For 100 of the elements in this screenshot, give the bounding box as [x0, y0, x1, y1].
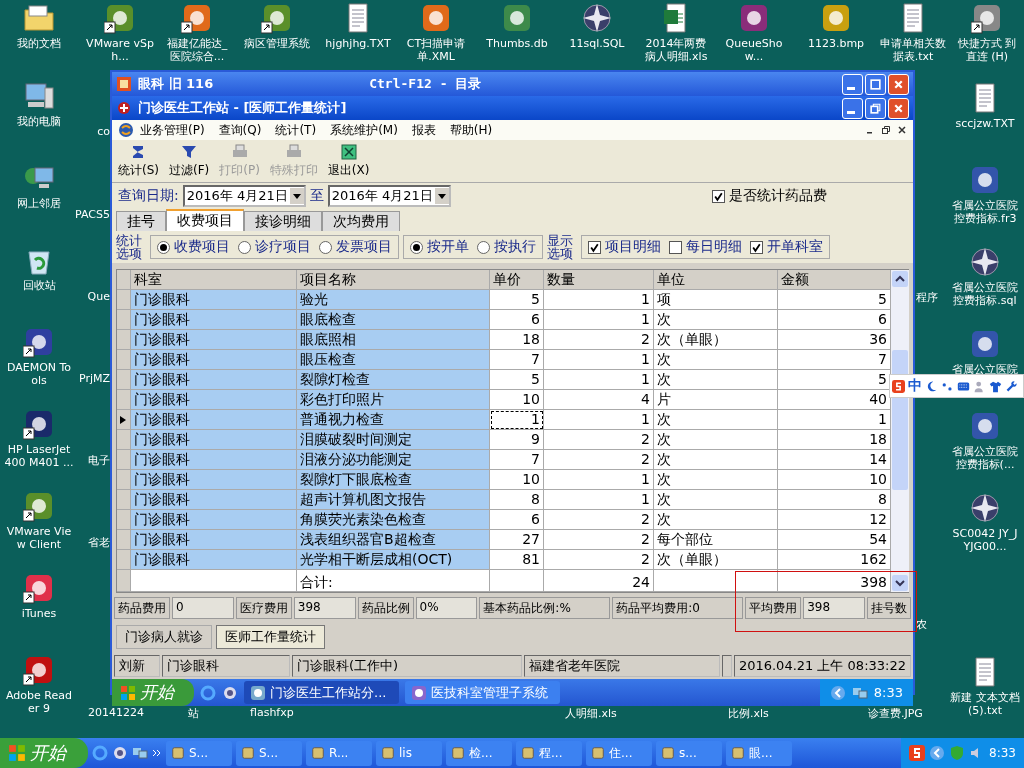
drug-fee-checkbox[interactable]: 是否统计药品费 [712, 187, 827, 205]
printer-icon[interactable] [23, 408, 55, 440]
close-button[interactable] [888, 73, 909, 95]
app-icon [451, 746, 465, 760]
restore-icon[interactable] [881, 125, 891, 135]
toolbar-button[interactable]: 统计(S) [118, 143, 159, 179]
radio-option[interactable]: 按开单 [410, 238, 469, 256]
tab[interactable]: 挂号 [116, 211, 166, 231]
maximize-button[interactable] [865, 73, 886, 95]
row-indicator[interactable] [117, 410, 131, 430]
end-date-field[interactable]: 2016年 4月21日 [327, 185, 451, 207]
close-icon[interactable] [897, 125, 907, 135]
image-icon[interactable] [820, 2, 852, 34]
chevron-icon[interactable] [152, 748, 162, 758]
app-icon[interactable] [104, 2, 136, 34]
menu-item[interactable]: 业务管理(P) [140, 121, 205, 139]
expand-tray-icon[interactable] [929, 745, 946, 761]
computer-icon[interactable] [23, 80, 55, 112]
column-header[interactable]: 金额 [778, 270, 891, 290]
desktop-icon-label: PrjMZ [78, 372, 110, 385]
report-icon[interactable] [969, 410, 1001, 442]
table-cell: 门诊眼科 [131, 450, 297, 470]
expand-tray-icon[interactable] [829, 684, 846, 701]
table-cell: 次 [654, 450, 778, 470]
taskbar-button[interactable]: S... [166, 740, 232, 766]
tab[interactable]: 次均费用 [322, 211, 400, 231]
app-icon[interactable] [261, 2, 293, 34]
archive-icon[interactable] [738, 2, 770, 34]
tab[interactable]: 收费项目 [166, 209, 244, 231]
network-icon[interactable] [132, 745, 148, 761]
taskbar-button[interactable]: 程... [516, 740, 582, 766]
check-icon [713, 190, 724, 202]
web-icon[interactable] [181, 2, 213, 34]
minimize-button[interactable] [842, 73, 863, 95]
compass-icon[interactable] [969, 492, 1001, 524]
taskbar-button[interactable]: 住... [586, 740, 652, 766]
menu-item[interactable]: 系统维护(M) [330, 121, 398, 139]
folder-icon[interactable] [23, 2, 55, 34]
table-cell: 1 [544, 470, 654, 490]
restore-button[interactable] [865, 97, 886, 119]
column-header[interactable]: 项目名称 [297, 270, 490, 290]
start-date-field[interactable]: 2016年 4月21日 [182, 185, 306, 207]
table-cell: 2 [544, 450, 654, 470]
taskbar-button[interactable]: 眼... [726, 740, 792, 766]
menu-item[interactable]: 帮助(H) [449, 121, 493, 139]
report-icon[interactable] [969, 164, 1001, 196]
table-cell: 超声计算机图文报告 [297, 490, 490, 510]
taskbar-button[interactable]: lis [376, 740, 442, 766]
start-button[interactable]: 开始 [112, 679, 194, 706]
checkbox-option[interactable]: 开单科室 [750, 238, 823, 256]
minimize-button[interactable] [842, 97, 863, 119]
shirt-icon[interactable] [989, 379, 1002, 393]
gear-icon[interactable] [112, 745, 128, 761]
toolbar-button[interactable]: 退出(X) [327, 143, 370, 179]
input-method-logo-icon[interactable] [909, 745, 926, 761]
table-cell: 泪膜破裂时间测定 [297, 430, 490, 450]
report-icon[interactable] [969, 328, 1001, 360]
compass-icon[interactable] [581, 2, 613, 34]
close-button[interactable] [888, 97, 909, 119]
radio-option[interactable]: 按执行 [477, 238, 536, 256]
app-icon[interactable] [23, 490, 55, 522]
taskbar-button[interactable]: 门诊医生工作站分... [244, 681, 399, 704]
scroll-up-icon[interactable] [892, 271, 908, 287]
wrench-icon[interactable] [1005, 379, 1018, 393]
menu-item[interactable]: 查询(Q) [218, 121, 262, 139]
input-mode-toggle[interactable]: 中 [908, 377, 922, 395]
radio-option[interactable]: 诊疗项目 [238, 238, 311, 256]
web-icon[interactable] [420, 2, 452, 34]
status-panel: 门诊眼科 [161, 655, 290, 677]
radio-option[interactable]: 收费项目 [157, 238, 230, 256]
toolbar-button[interactable]: 过滤(F) [169, 143, 210, 179]
radio-option[interactable]: 发票项目 [319, 238, 392, 256]
column-header[interactable]: 科室 [131, 270, 297, 290]
taskbar-button[interactable]: 医技科室管理子系统 [405, 681, 560, 704]
checkbox-option[interactable]: 每日明细 [669, 238, 742, 256]
column-header[interactable]: 单价 [490, 270, 544, 290]
music-icon[interactable] [23, 572, 55, 604]
scroll-down-icon[interactable] [892, 575, 908, 591]
moon-icon[interactable] [925, 379, 938, 393]
scrollbar[interactable] [891, 270, 909, 592]
taskbar-button[interactable]: s... [656, 740, 722, 766]
column-header[interactable]: 数量 [544, 270, 654, 290]
checkbox-option[interactable]: 项目明细 [588, 238, 661, 256]
gear-icon[interactable] [222, 684, 238, 701]
taskbar-button[interactable]: R... [306, 740, 372, 766]
taskbar-button[interactable]: S... [236, 740, 302, 766]
window-tab[interactable]: 医师工作量统计 [216, 625, 325, 649]
input-method-logo-icon[interactable] [892, 379, 905, 393]
menu-item[interactable]: 统计(T) [275, 121, 317, 139]
column-header[interactable]: 单位 [654, 270, 778, 290]
taskbar-button[interactable]: 检... [446, 740, 512, 766]
db-icon[interactable] [501, 2, 533, 34]
menu-item[interactable]: 报表 [411, 121, 436, 139]
desktop-icon-label: 省属公立医院控费指标.sql [951, 281, 1019, 307]
keyboard-icon[interactable] [957, 379, 970, 393]
drive-icon[interactable] [971, 2, 1003, 34]
tab[interactable]: 接诊明细 [244, 211, 322, 231]
pdf-icon[interactable] [23, 654, 55, 686]
window-tab[interactable]: 门诊病人就诊 [116, 625, 212, 649]
compass-icon[interactable] [969, 246, 1001, 278]
